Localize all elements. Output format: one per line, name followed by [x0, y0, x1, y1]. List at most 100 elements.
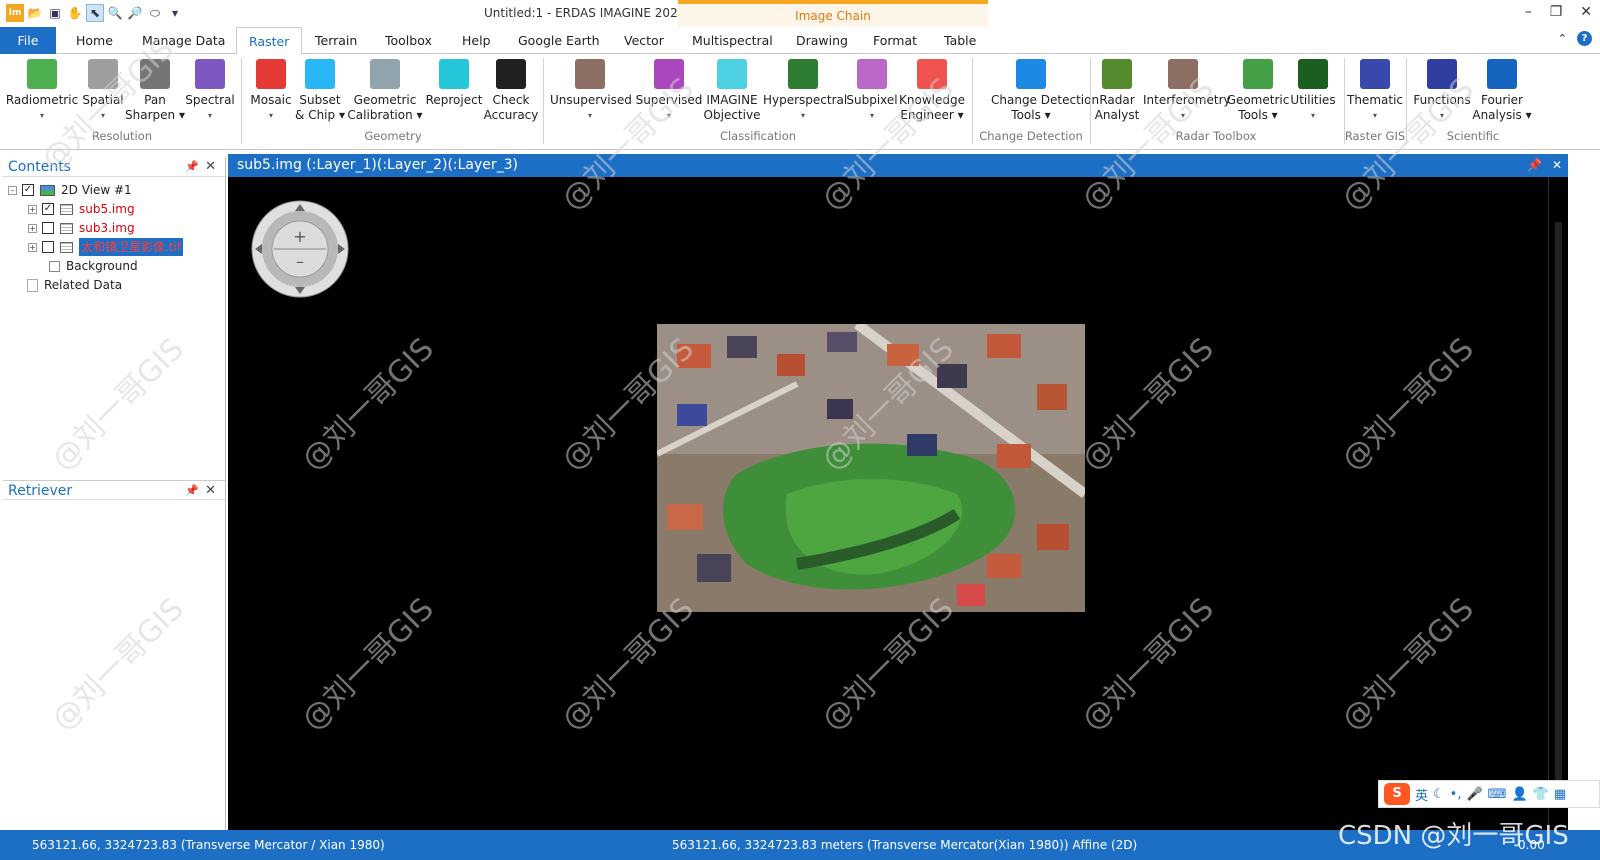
background-label: Background [66, 259, 138, 273]
tab-format[interactable]: Format [873, 27, 917, 54]
svg-text:+: + [293, 227, 306, 246]
tree-item-2d-view[interactable]: – ✓ 2D View #1 [8, 181, 132, 199]
moon-icon[interactable]: ☾ [1433, 787, 1445, 802]
tree-item-related-data[interactable]: Related Data [27, 276, 122, 294]
tab-vector[interactable]: Vector [624, 27, 664, 54]
knowledge-icon [917, 59, 947, 89]
expand-icon[interactable]: + [28, 204, 37, 214]
ribbon-button-check[interactable]: Check Accuracy [471, 59, 551, 123]
contents-header: Contents 📌 ✕ [3, 157, 225, 177]
keyboard-icon[interactable]: ⌨ [1488, 787, 1507, 802]
ribbon-button-imagine[interactable]: IMAGINE Objective [692, 59, 772, 123]
pan-icon[interactable]: ✋ [66, 4, 84, 22]
ribbon-button-fourier[interactable]: Fourier Analysis ▾ [1462, 59, 1542, 123]
close-icon[interactable]: ✕ [205, 157, 216, 177]
tab-toolbox[interactable]: Toolbox [385, 27, 432, 54]
layer-label: sub3.img [79, 221, 135, 235]
punctuation-icon[interactable]: •, [1450, 787, 1462, 802]
ribbon-button-geometric[interactable]: Geometric Calibration ▾ [345, 59, 425, 123]
ribbon-group-label: Classification [719, 129, 797, 143]
document-icon [27, 278, 38, 292]
functions-icon [1427, 59, 1457, 89]
select-icon[interactable]: ⬉ [86, 4, 104, 22]
close-icon[interactable]: ✕ [1552, 154, 1562, 177]
window-title: Untitled:1 - ERDAS IMAGINE 2022 [484, 6, 686, 20]
contents-tree: – ✓ 2D View #1 + ✓ sub5.img + sub3.img +… [3, 177, 225, 477]
ribbon-right-controls: ⌃ ? [1558, 31, 1592, 46]
pin-icon[interactable]: 📌 [1527, 154, 1542, 177]
microphone-icon[interactable]: 🎤 [1466, 787, 1482, 802]
tree-item-layer[interactable]: + ✓ sub5.img [28, 200, 135, 218]
spectral-icon [195, 59, 225, 89]
save-icon[interactable]: ▣ [46, 4, 64, 22]
tab-help[interactable]: Help [462, 27, 491, 54]
collapse-ribbon-icon[interactable]: ⌃ [1558, 32, 1567, 45]
ribbon-button-sublabel: ▾ [1180, 111, 1185, 120]
expand-icon[interactable]: + [28, 242, 37, 252]
raster-layer-icon [60, 203, 73, 215]
ribbon-button-knowledge[interactable]: Knowledge Engineer ▾ [892, 59, 972, 123]
subpixel-icon [857, 59, 887, 89]
ime-toolbar: S 英 ☾ •, 🎤 ⌨ 👤 👕 ▦ [1378, 780, 1600, 808]
ribbon-button-label: Geometric [353, 93, 417, 107]
ribbon-button-sublabel: Analysis ▾ [1472, 108, 1532, 122]
skin-icon[interactable]: 👕 [1533, 787, 1549, 802]
ribbon-button-unsupervised[interactable]: Unsupervised ▾ [550, 59, 632, 123]
view-checkbox[interactable]: ✓ [22, 184, 34, 196]
user-icon[interactable]: 👤 [1511, 787, 1527, 802]
app-icon[interactable]: Im [6, 4, 24, 22]
2d-viewer[interactable]: sub5.img (:Layer_1)(:Layer_2)(:Layer_3) … [228, 154, 1568, 830]
open-icon[interactable]: 📂 [26, 4, 44, 22]
tree-item-layer[interactable]: + 太和镇卫星影像.tif [28, 238, 184, 256]
fit-icon[interactable]: ⬭ [146, 4, 164, 22]
zoom-out-icon[interactable]: 🔎 [126, 4, 144, 22]
tree-item-background[interactable]: Background [49, 257, 138, 275]
minimize-icon[interactable]: – [1525, 4, 1532, 20]
vertical-scrollbar[interactable] [1548, 177, 1568, 830]
radar-icon [1102, 59, 1132, 89]
tab-google-earth[interactable]: Google Earth [518, 27, 600, 54]
navigation-control[interactable]: + – [250, 199, 350, 299]
tab-terrain[interactable]: Terrain [315, 27, 357, 54]
layer-checkbox[interactable] [42, 241, 54, 253]
zoom-in-icon[interactable]: 🔍 [106, 4, 124, 22]
ribbon-button-label: Check [492, 93, 530, 107]
satellite-image [657, 324, 1085, 612]
help-icon[interactable]: ? [1577, 31, 1592, 46]
background-swatch[interactable] [49, 260, 60, 272]
ribbon-button-label: Change Detection [991, 93, 1100, 107]
tab-manage-data[interactable]: Manage Data [142, 27, 225, 54]
customize-qat-icon[interactable]: ▾ [166, 4, 184, 22]
ime-language[interactable]: 英 [1415, 785, 1428, 804]
tree-item-layer[interactable]: + sub3.img [28, 219, 135, 237]
tab-multispectral[interactable]: Multispectral [692, 27, 773, 54]
ribbon-button-hyperspectral[interactable]: Hyperspectral ▾ [763, 59, 847, 123]
sogou-logo-icon[interactable]: S [1384, 783, 1410, 805]
scrollbar-thumb[interactable] [1555, 222, 1562, 782]
collapse-icon[interactable]: – [8, 185, 17, 195]
tab-home[interactable]: Home [76, 27, 113, 54]
tab-drawing[interactable]: Drawing [796, 27, 848, 54]
grid-icon[interactable]: ▦ [1554, 787, 1566, 802]
close-icon[interactable]: ✕ [205, 481, 216, 501]
layer-checkbox[interactable] [42, 222, 54, 234]
close-icon[interactable]: ✕ [1580, 4, 1592, 20]
pin-icon[interactable]: 📌 [185, 157, 199, 177]
ribbon-separator [972, 58, 973, 144]
tab-table[interactable]: Table [944, 27, 976, 54]
raster-layer-icon [60, 241, 73, 253]
restore-icon[interactable]: ❐ [1550, 4, 1563, 20]
reproject-icon [439, 59, 469, 89]
layer-checkbox[interactable]: ✓ [42, 203, 54, 215]
ribbon-button-label: Unsupervised [550, 93, 632, 107]
ribbon-button-change-detection[interactable]: Change Detection Tools ▾ [991, 59, 1100, 123]
expand-icon[interactable]: + [28, 223, 37, 233]
thematic-icon [1360, 59, 1390, 89]
spatial-icon [88, 59, 118, 89]
tab-raster[interactable]: Raster [236, 27, 303, 55]
ribbon-button-interferometry[interactable]: Interferometry ▾ [1143, 59, 1231, 123]
image-chain-context-tab[interactable]: Image Chain [678, 0, 988, 27]
pin-icon[interactable]: 📌 [185, 481, 199, 501]
tab-file[interactable]: File [0, 27, 56, 54]
ribbon-button-label: Fourier [1480, 93, 1523, 107]
